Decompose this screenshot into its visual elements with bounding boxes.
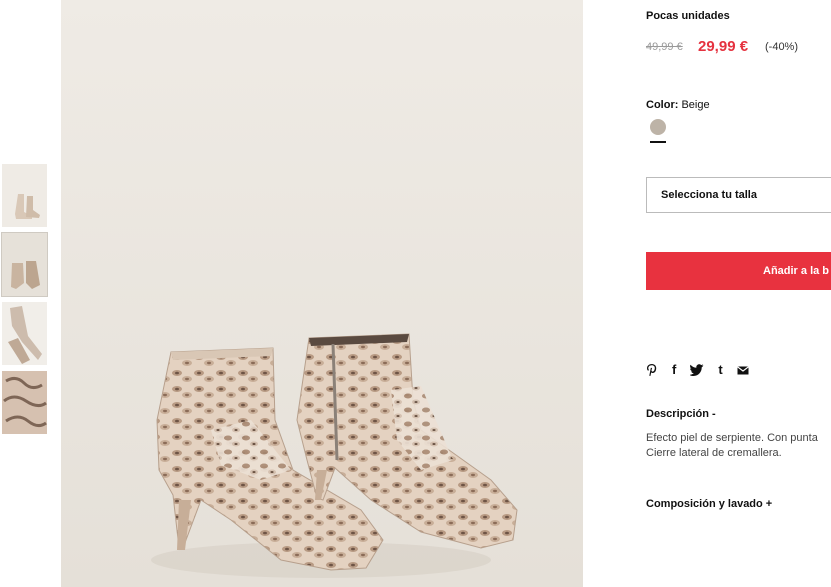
description-line: Efecto piel de serpiente. Con punta	[646, 432, 818, 444]
discount-badge: (-40%)	[765, 41, 799, 53]
color-selector-label: Color: Beige	[646, 99, 710, 111]
original-price: 49,99 €	[646, 41, 683, 53]
add-to-bag-button[interactable]: Añadir a la b	[646, 252, 831, 290]
sale-price: 29,99 €	[698, 38, 749, 55]
thumbnail-strip	[1, 164, 48, 440]
thumbnail-image	[2, 371, 47, 434]
color-value: Beige	[681, 99, 710, 111]
stock-label: Pocas unidades	[646, 10, 730, 22]
thumbnail-1[interactable]	[2, 164, 47, 227]
thumbnail-4[interactable]	[2, 371, 47, 434]
pinterest-icon[interactable]	[646, 363, 658, 377]
thumbnail-image	[2, 164, 47, 227]
facebook-icon[interactable]: f	[672, 362, 676, 378]
email-icon[interactable]	[736, 365, 749, 375]
thumbnail-image	[2, 302, 47, 365]
size-select[interactable]: Selecciona tu talla	[646, 177, 831, 213]
thumbnail-3[interactable]	[2, 302, 47, 365]
composition-heading[interactable]: Composición y lavado +	[646, 498, 772, 510]
description-line: Cierre lateral de cremallera.	[646, 447, 782, 459]
color-swatch-beige[interactable]	[650, 119, 666, 135]
thumbnail-image	[2, 233, 47, 296]
color-label: Color:	[646, 99, 679, 111]
thumbnail-2[interactable]	[1, 232, 48, 297]
product-image	[61, 0, 583, 587]
share-icons: f t	[646, 362, 763, 378]
description-heading[interactable]: Descripción -	[646, 408, 716, 420]
twitter-icon[interactable]	[690, 364, 704, 376]
selected-swatch-indicator	[650, 141, 666, 143]
tumblr-icon[interactable]: t	[718, 362, 722, 378]
boots-illustration	[61, 0, 583, 587]
product-info-panel: Pocas unidades 49,99 € 29,99 € (-40%) Co…	[646, 0, 831, 587]
